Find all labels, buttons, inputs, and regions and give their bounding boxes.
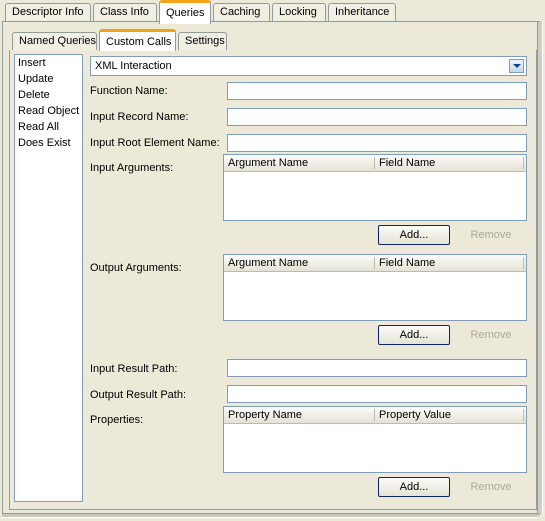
list-item[interactable]: Read Object bbox=[15, 103, 82, 119]
tab-custom-calls[interactable]: Custom Calls bbox=[99, 29, 176, 51]
input-arguments-add-button[interactable]: Add... bbox=[378, 225, 450, 245]
tab-inheritance[interactable]: Inheritance bbox=[328, 3, 396, 21]
list-item[interactable]: Read All bbox=[15, 119, 82, 135]
tab-label: Locking bbox=[279, 6, 317, 18]
list-item[interactable]: Insert bbox=[15, 55, 82, 71]
tab-label: Queries bbox=[166, 7, 205, 19]
list-item-label: Delete bbox=[18, 89, 50, 101]
function-name-input[interactable] bbox=[227, 82, 527, 100]
properties-add-button[interactable]: Add... bbox=[378, 477, 450, 497]
column-header-field-name[interactable]: Field Name bbox=[375, 155, 523, 171]
input-record-name-label: Input Record Name: bbox=[90, 111, 189, 123]
vertical-scrollbar-track[interactable] bbox=[537, 22, 543, 514]
column-header-property-value[interactable]: Property Value bbox=[375, 407, 523, 423]
tab-label: Named Queries bbox=[19, 35, 97, 47]
function-name-label: Function Name: bbox=[90, 85, 168, 97]
list-item[interactable]: Does Exist bbox=[15, 135, 82, 151]
tab-label: Inheritance bbox=[335, 6, 390, 18]
tab-label: Descriptor Info bbox=[12, 6, 84, 18]
input-result-path-input[interactable] bbox=[227, 359, 527, 377]
table-header-row: Argument Name Field Name bbox=[224, 155, 526, 172]
list-item-label: Read All bbox=[18, 121, 59, 133]
properties-remove-button: Remove bbox=[455, 477, 527, 497]
list-item-label: Update bbox=[18, 73, 54, 85]
input-arguments-remove-button: Remove bbox=[455, 225, 527, 245]
list-item[interactable]: Update bbox=[15, 71, 82, 87]
tab-descriptor-info[interactable]: Descriptor Info bbox=[5, 3, 91, 21]
call-type-select[interactable]: XML Interaction bbox=[90, 56, 527, 76]
list-item-label: Insert bbox=[18, 57, 46, 69]
tab-caching[interactable]: Caching bbox=[213, 3, 270, 21]
properties-table[interactable]: Property Name Property Value bbox=[223, 406, 527, 473]
output-arguments-remove-button: Remove bbox=[455, 325, 527, 345]
tab-class-info[interactable]: Class Info bbox=[93, 3, 157, 21]
properties-label: Properties: bbox=[90, 414, 144, 426]
table-header-row: Property Name Property Value bbox=[224, 407, 526, 424]
input-record-name-input[interactable] bbox=[227, 108, 527, 126]
list-item-label: Does Exist bbox=[18, 137, 71, 149]
list-item-label: Read Object bbox=[18, 105, 80, 117]
input-root-element-name-input[interactable] bbox=[227, 134, 527, 152]
table-header-row: Argument Name Field Name bbox=[224, 255, 526, 272]
list-item[interactable]: Delete bbox=[15, 87, 82, 103]
output-result-path-input[interactable] bbox=[227, 385, 527, 403]
output-arguments-table[interactable]: Argument Name Field Name bbox=[223, 254, 527, 321]
output-result-path-label: Output Result Path: bbox=[90, 389, 186, 401]
tab-named-queries[interactable]: Named Queries bbox=[12, 32, 97, 50]
column-header-argument-name[interactable]: Argument Name bbox=[224, 255, 374, 271]
column-header-property-name[interactable]: Property Name bbox=[224, 407, 374, 423]
tab-label: Caching bbox=[220, 6, 261, 18]
sub-tab-strip: Named Queries Custom Calls Settings bbox=[7, 29, 545, 51]
column-header-argument-name[interactable]: Argument Name bbox=[224, 155, 374, 171]
output-arguments-label: Output Arguments: bbox=[90, 262, 182, 274]
tab-label: Settings bbox=[185, 35, 225, 47]
query-type-list[interactable]: Insert Update Delete Read Object Read Al… bbox=[14, 54, 83, 502]
input-root-element-name-label: Input Root Element Name: bbox=[90, 137, 220, 149]
window-bottom-edge bbox=[2, 513, 538, 518]
input-arguments-table[interactable]: Argument Name Field Name bbox=[223, 154, 527, 221]
tab-settings[interactable]: Settings bbox=[178, 32, 227, 50]
input-arguments-label: Input Arguments: bbox=[90, 162, 174, 174]
input-result-path-label: Input Result Path: bbox=[90, 363, 178, 375]
tab-label: Custom Calls bbox=[106, 36, 172, 48]
tab-queries[interactable]: Queries bbox=[159, 0, 211, 24]
tab-label: Class Info bbox=[100, 6, 149, 18]
column-header-field-name[interactable]: Field Name bbox=[375, 255, 523, 271]
tab-locking[interactable]: Locking bbox=[272, 3, 326, 21]
output-arguments-add-button[interactable]: Add... bbox=[378, 325, 450, 345]
chevron-down-icon[interactable] bbox=[509, 59, 524, 73]
call-type-value: XML Interaction bbox=[95, 60, 172, 72]
